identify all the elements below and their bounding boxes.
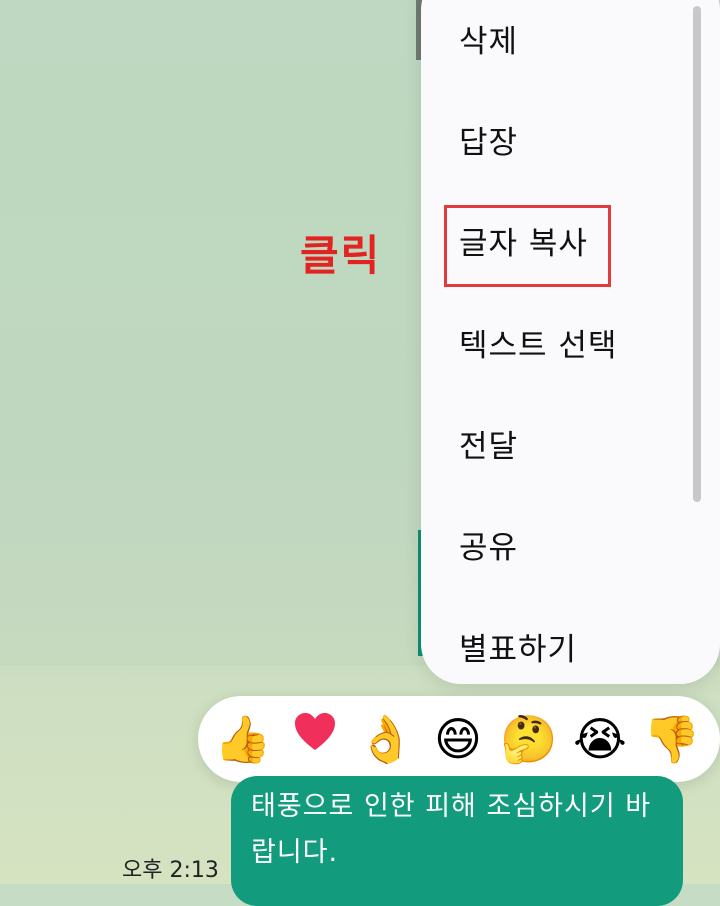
thumbs-down-icon[interactable]: 👎 bbox=[641, 708, 703, 770]
grinning-face-icon[interactable]: 😄 bbox=[427, 708, 489, 770]
menu-scrollbar[interactable] bbox=[693, 6, 701, 502]
menu-item-star[interactable]: 별표하기 bbox=[459, 620, 577, 680]
message-context-menu: 삭제 답장 글자 복사 텍스트 선택 전달 공유 별표하기 bbox=[421, 0, 720, 684]
menu-item-reply[interactable]: 답장 bbox=[459, 113, 518, 173]
heart-shape bbox=[295, 713, 335, 750]
thinking-face-icon[interactable]: 🤔 bbox=[498, 708, 560, 770]
message-timestamp: 오후 2:13 bbox=[122, 858, 219, 883]
menu-item-select-text[interactable]: 텍스트 선택 bbox=[459, 316, 617, 376]
ok-hand-icon[interactable]: 👌 bbox=[355, 708, 417, 770]
click-highlight-box bbox=[444, 205, 611, 287]
heart-icon[interactable] bbox=[284, 708, 346, 770]
menu-item-delete[interactable]: 삭제 bbox=[459, 12, 518, 72]
menu-item-forward[interactable]: 전달 bbox=[459, 417, 518, 477]
menu-item-share[interactable]: 공유 bbox=[459, 518, 518, 578]
crying-face-icon[interactable]: 😭 bbox=[569, 708, 631, 770]
thumbs-up-icon[interactable]: 👍 bbox=[212, 708, 274, 770]
message-bubble[interactable]: 태풍으로 인한 피해 조심하시기 바랍니다. bbox=[231, 776, 683, 906]
reaction-bar: 👍 👌 😄 🤔 😭 👎 bbox=[198, 696, 720, 782]
click-annotation-label: 클릭 bbox=[300, 231, 382, 280]
message-text: 태풍으로 인한 피해 조심하시기 바랍니다. bbox=[251, 791, 652, 868]
